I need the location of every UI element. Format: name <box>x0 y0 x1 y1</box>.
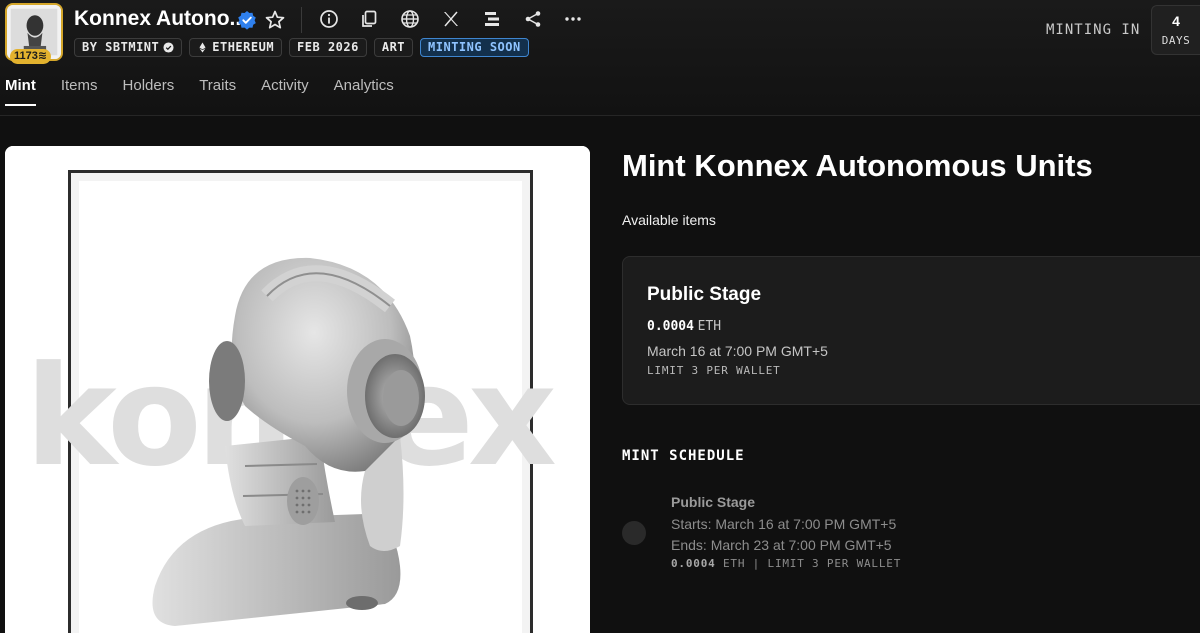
globe-icon[interactable] <box>399 8 421 30</box>
category-tag-label: ART <box>381 40 406 54</box>
tab-mint[interactable]: Mint <box>5 76 36 106</box>
stack-icon[interactable] <box>481 8 503 30</box>
verified-icon <box>163 42 174 53</box>
stack-mini-icon: ≋ <box>37 50 48 62</box>
mint-schedule-heading: MINT SCHEDULE <box>622 448 745 464</box>
chain-tag-label: ETHEREUM <box>212 40 275 54</box>
countdown-box: 4 DAYS <box>1151 5 1200 55</box>
minting-status-label: MINTING SOON <box>428 40 521 54</box>
schedule-meta: 0.0004 ETH | LIMIT 3 PER WALLET <box>671 557 901 570</box>
artwork-image: konnex <box>5 146 590 633</box>
schedule-price: 0.0004 <box>671 557 716 570</box>
favorite-star-icon[interactable] <box>264 9 286 31</box>
date-tag-label: FEB 2026 <box>297 40 359 54</box>
tab-traits[interactable]: Traits <box>199 76 236 106</box>
stage-name: Public Stage <box>647 284 762 305</box>
collection-tags: BY SBTMINT ETHEREUM FEB 2026 ART MINTING… <box>74 38 529 57</box>
collection-header: 1173≋ Konnex Autono... BY SBTMINT ETHERE… <box>0 0 1200 116</box>
ethereum-icon <box>199 42 206 53</box>
available-items-label: Available items <box>622 212 716 228</box>
countdown-unit: DAYS <box>1161 34 1191 47</box>
tab-holders[interactable]: Holders <box>123 76 175 106</box>
tab-items[interactable]: Items <box>61 76 98 106</box>
stage-price: 0.0004 ETH <box>647 318 721 334</box>
stage-date: March 16 at 7:00 PM GMT+5 <box>647 343 828 359</box>
x-logo-icon[interactable] <box>440 8 462 30</box>
countdown-value: 4 <box>1172 13 1180 29</box>
verified-icon <box>238 11 256 30</box>
tab-analytics[interactable]: Analytics <box>334 76 394 106</box>
schedule-end: Ends: March 23 at 7:00 PM GMT+5 <box>671 537 892 553</box>
avatar-count-badge: 1173≋ <box>10 49 52 64</box>
chain-tag[interactable]: ETHEREUM <box>189 38 283 57</box>
minting-status-tag: MINTING SOON <box>420 38 529 57</box>
schedule-limit: ETH | LIMIT 3 PER WALLET <box>722 557 902 570</box>
tab-activity[interactable]: Activity <box>261 76 309 106</box>
share-icon[interactable] <box>522 8 544 30</box>
schedule-stage-name: Public Stage <box>671 494 756 510</box>
collection-title: Konnex Autono... <box>74 7 248 30</box>
mint-title: Mint Konnex Autonomous Units <box>622 148 1093 183</box>
schedule-start: Starts: March 16 at 7:00 PM GMT+5 <box>671 516 897 532</box>
creator-tag[interactable]: BY SBTMINT <box>74 38 183 57</box>
schedule-status-dot <box>622 521 646 545</box>
collection-tabs: Mint Items Holders Traits Activity Analy… <box>5 76 419 106</box>
info-icon[interactable] <box>318 8 340 30</box>
date-tag: FEB 2026 <box>289 38 367 57</box>
avatar-badge-count: 1173 <box>14 50 38 62</box>
stage-price-currency: ETH <box>697 319 722 334</box>
creator-tag-label: BY SBTMINT <box>82 40 160 54</box>
more-icon[interactable] <box>562 8 584 30</box>
collection-artwork: konnex <box>5 146 590 633</box>
minting-in-label: MINTING IN <box>1046 22 1141 38</box>
copy-icon[interactable] <box>358 8 380 30</box>
public-stage-card[interactable]: Public Stage 0.0004 ETH March 16 at 7:00… <box>622 256 1200 405</box>
header-divider <box>301 7 302 33</box>
category-tag[interactable]: ART <box>373 38 414 57</box>
stage-price-value: 0.0004 <box>647 319 694 334</box>
stage-limit: LIMIT 3 PER WALLET <box>647 364 781 377</box>
